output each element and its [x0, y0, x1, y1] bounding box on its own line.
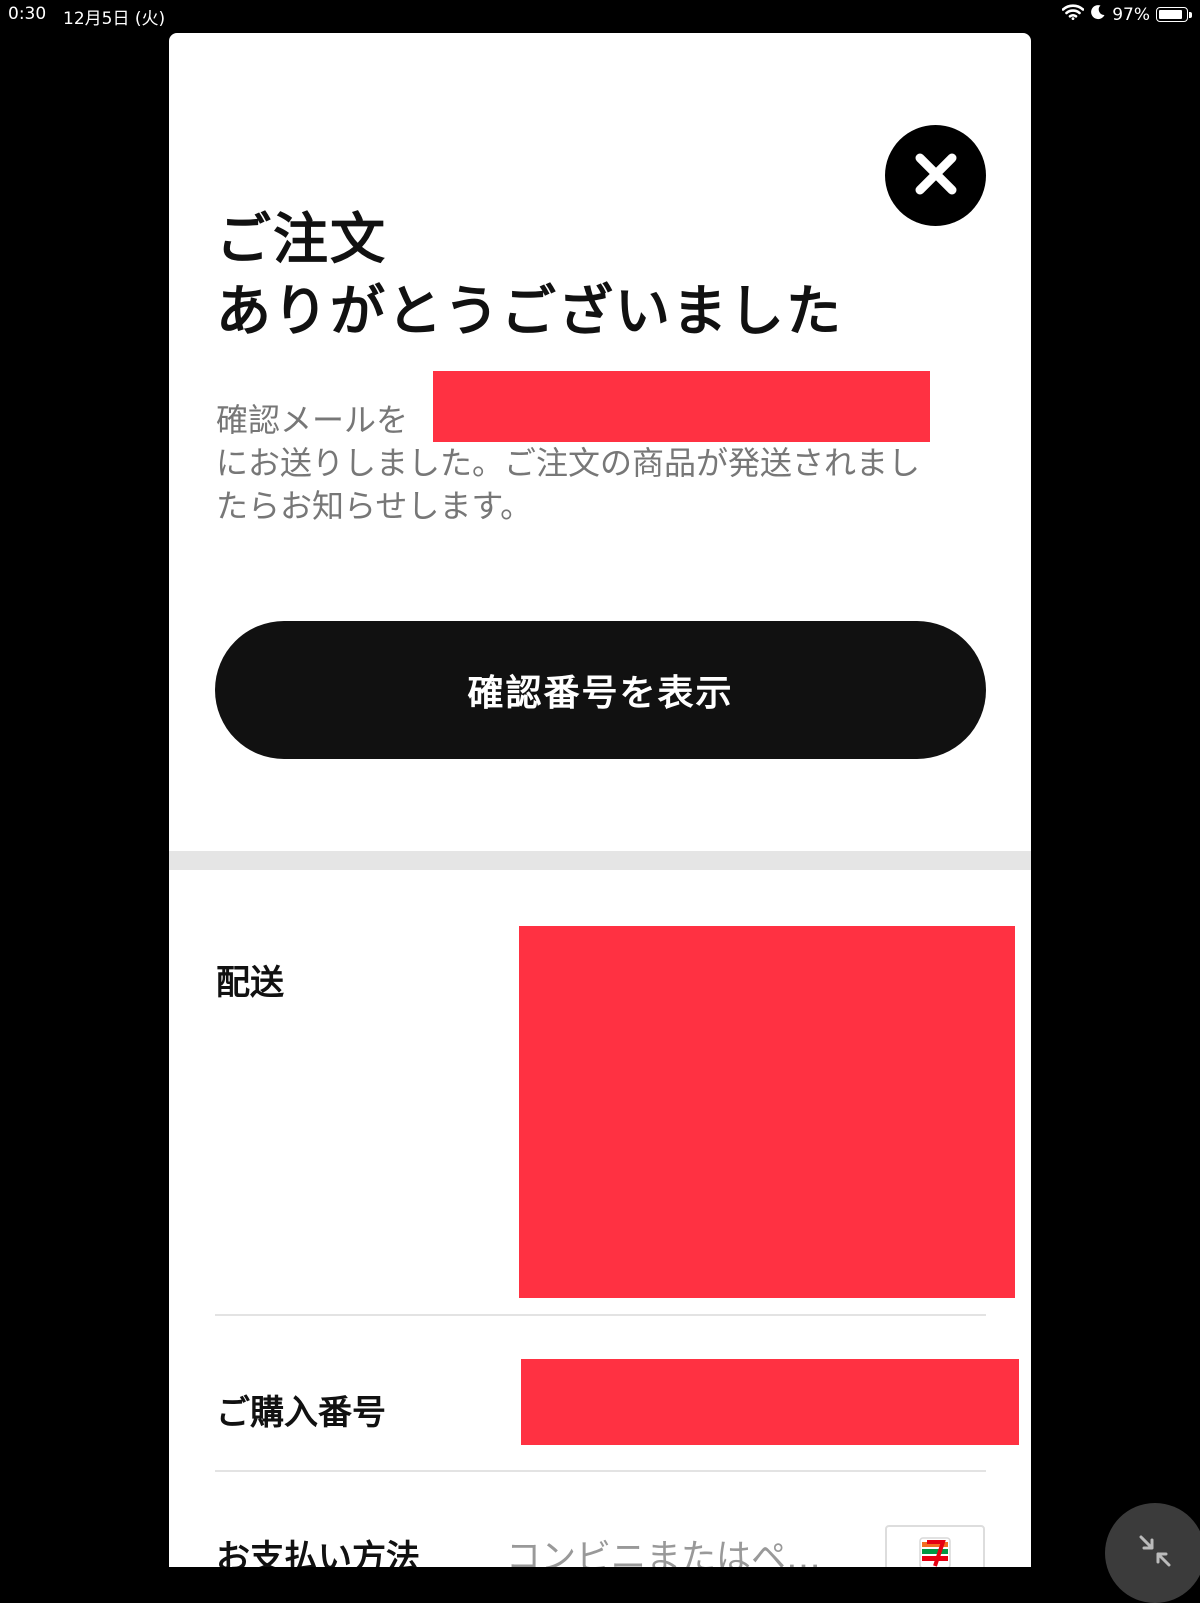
payment-method-label: お支払い方法	[216, 1538, 420, 1567]
message-rest: にお送りしました。ご注文の商品が発送されましたらお知らせします。	[216, 444, 921, 525]
row-divider	[215, 1314, 986, 1316]
seven-eleven-logo	[885, 1525, 985, 1567]
title-line-2: ありがとうございました	[216, 279, 844, 343]
purchase-number-label: ご購入番号	[216, 1393, 386, 1433]
battery-icon	[1156, 7, 1192, 22]
minimize-icon	[1135, 1531, 1175, 1575]
row-divider	[215, 1470, 986, 1472]
battery-tip	[1189, 12, 1192, 18]
section-divider	[169, 851, 1031, 870]
status-date: 12月5日 (火)	[63, 9, 166, 29]
order-complete-sheet: ご注文 ありがとうございました 確認メールを にお送りしました。ご注文の商品が発…	[169, 33, 1031, 1567]
close-button[interactable]	[885, 125, 986, 226]
delivery-label: 配送	[216, 963, 284, 1003]
close-icon	[913, 151, 959, 201]
wifi-icon	[1061, 4, 1085, 25]
redacted-purchase-number	[521, 1359, 1019, 1445]
minimize-button[interactable]	[1105, 1503, 1200, 1603]
show-confirmation-number-button[interactable]: 確認番号を表示	[215, 621, 986, 759]
status-time: 0:30	[8, 4, 47, 24]
battery-fill	[1159, 10, 1183, 19]
page-title: ご注文 ありがとうございました	[216, 203, 843, 347]
title-line-1: ご注文	[216, 207, 388, 271]
payment-method-value[interactable]: コンビニまたはペ…	[506, 1529, 821, 1567]
status-bar: 0:30 12月5日 (火) 97%	[0, 0, 1200, 30]
battery-percent: 97%	[1112, 4, 1150, 25]
redacted-delivery-info	[519, 926, 1015, 1298]
message-prefix: 確認メールを	[216, 401, 409, 439]
redacted-email	[433, 371, 930, 442]
status-indicators: 97%	[1061, 4, 1192, 25]
moon-icon	[1090, 4, 1106, 25]
